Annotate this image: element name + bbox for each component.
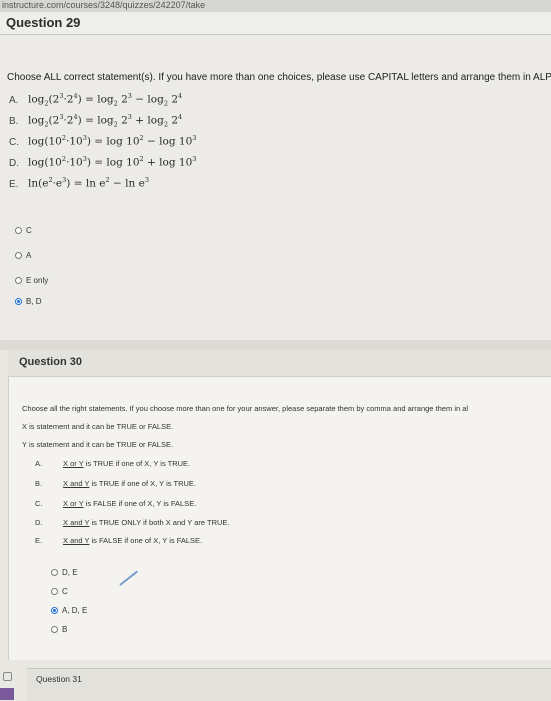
statement-c: C. log(102·103) = log 102 − log 103 bbox=[9, 134, 196, 148]
statement-letter: C. bbox=[35, 499, 43, 508]
radio-button-selected[interactable] bbox=[15, 298, 22, 305]
statement-rest: is TRUE if one of X, Y is TRUE. bbox=[83, 459, 191, 468]
radio-button[interactable] bbox=[15, 227, 22, 234]
radio-button[interactable] bbox=[51, 569, 58, 576]
statement-d: D. log(102·103) = log 102 + log 103 bbox=[9, 155, 196, 169]
statement-c-math: log(102·103) = log 102 − log 103 bbox=[28, 134, 197, 148]
statement-b-math: log2(23·24) = log2 23 + log2 24 bbox=[28, 113, 183, 129]
choice-label: E only bbox=[26, 276, 49, 285]
statement-rest: is FALSE if one of X, Y is FALSE. bbox=[89, 536, 203, 545]
choice-label: B bbox=[62, 625, 68, 634]
choice-label: D, E bbox=[62, 568, 78, 577]
statement-e-math: ln(e2·e3) = ln e2 − ln e3 bbox=[28, 176, 149, 190]
q30-choice[interactable]: C bbox=[51, 587, 68, 596]
url-text: instructure.com/courses/3248/quizzes/242… bbox=[2, 0, 206, 10]
browser-url-bar[interactable]: instructure.com/courses/3248/quizzes/242… bbox=[0, 0, 551, 12]
question-29-title: Question 29 bbox=[6, 15, 81, 30]
q30-statement-c: C. X or Y is FALSE if one of X, Y is FAL… bbox=[35, 499, 435, 511]
taskbar-app-icon[interactable] bbox=[0, 688, 14, 700]
q29-choice[interactable]: C bbox=[15, 226, 32, 235]
question-30-prompt: Choose all the right statements. If you … bbox=[22, 404, 469, 413]
statement-subject: X or Y bbox=[63, 499, 84, 508]
choice-label: C bbox=[26, 226, 32, 235]
question-separator bbox=[0, 340, 551, 350]
statement-letter: D. bbox=[9, 157, 19, 169]
q30-choice-selected[interactable]: A, D, E bbox=[51, 606, 87, 615]
statement-subject: X or Y bbox=[63, 459, 84, 468]
q29-choice[interactable]: A bbox=[15, 251, 31, 260]
statement-letter: E. bbox=[9, 178, 19, 190]
q30-statement-b: B. X and Y is TRUE if one of X, Y is TRU… bbox=[35, 479, 435, 491]
question-30-title: Question 30 bbox=[19, 356, 82, 368]
question-29-header: Question 29 bbox=[0, 12, 551, 35]
question-30-line-y: Y is statement and it can be TRUE or FAL… bbox=[22, 440, 174, 449]
q30-choice[interactable]: D, E bbox=[51, 568, 78, 577]
question-30-line-x: X is statement and it can be TRUE or FAL… bbox=[22, 422, 174, 431]
radio-button[interactable] bbox=[15, 277, 22, 284]
statement-a-math: log2(23·24) = log2 23 − log2 24 bbox=[28, 92, 183, 108]
q29-choice[interactable]: E only bbox=[15, 276, 48, 285]
radio-button-selected[interactable] bbox=[51, 607, 58, 614]
statement-rest: is TRUE if one of X, Y is TRUE. bbox=[89, 479, 197, 488]
question-29-prompt: Choose ALL correct statement(s). If you … bbox=[7, 72, 551, 83]
q30-statement-e: E. X and Y is FALSE if one of X, Y is FA… bbox=[35, 536, 435, 548]
flag-question-icon[interactable] bbox=[3, 672, 12, 681]
statement-letter: A. bbox=[35, 459, 43, 468]
statement-letter: B. bbox=[9, 115, 19, 127]
q30-choice[interactable]: B bbox=[51, 625, 67, 634]
choice-label: A bbox=[26, 251, 32, 260]
statement-subject: X and Y bbox=[63, 518, 90, 527]
radio-button[interactable] bbox=[15, 252, 22, 259]
statement-letter: D. bbox=[35, 518, 43, 527]
statement-letter: C. bbox=[9, 136, 19, 148]
statement-letter: A. bbox=[9, 94, 19, 106]
statement-subject: X and Y bbox=[63, 536, 90, 545]
statement-rest: is FALSE if one of X, Y is FALSE. bbox=[83, 499, 197, 508]
choice-label: C bbox=[62, 587, 68, 596]
question-31-header: Question 31 bbox=[27, 668, 551, 701]
q30-statement-a: A. X or Y is TRUE if one of X, Y is TRUE… bbox=[35, 459, 435, 471]
statement-letter: B. bbox=[35, 479, 43, 488]
statement-rest: is TRUE ONLY if both X and Y are TRUE. bbox=[89, 518, 230, 527]
q30-statement-d: D. X and Y is TRUE ONLY if both X and Y … bbox=[35, 518, 435, 530]
question-31-title: Question 31 bbox=[36, 674, 82, 684]
question-30-header: Question 30 bbox=[8, 350, 551, 377]
radio-button[interactable] bbox=[51, 626, 58, 633]
radio-button[interactable] bbox=[51, 588, 58, 595]
statement-letter: E. bbox=[35, 536, 43, 545]
choice-label: A, D, E bbox=[62, 606, 88, 615]
choice-label: B, D bbox=[26, 297, 42, 306]
q29-choice-selected[interactable]: B, D bbox=[15, 297, 42, 306]
statement-e: E. ln(e2·e3) = ln e2 − ln e3 bbox=[9, 176, 149, 190]
statement-subject: X and Y bbox=[63, 479, 90, 488]
statement-d-math: log(102·103) = log 102 + log 103 bbox=[28, 155, 197, 169]
statement-b: B. log2(23·24) = log2 23 + log2 24 bbox=[9, 113, 182, 129]
statement-a: A. log2(23·24) = log2 23 − log2 24 bbox=[9, 92, 182, 108]
